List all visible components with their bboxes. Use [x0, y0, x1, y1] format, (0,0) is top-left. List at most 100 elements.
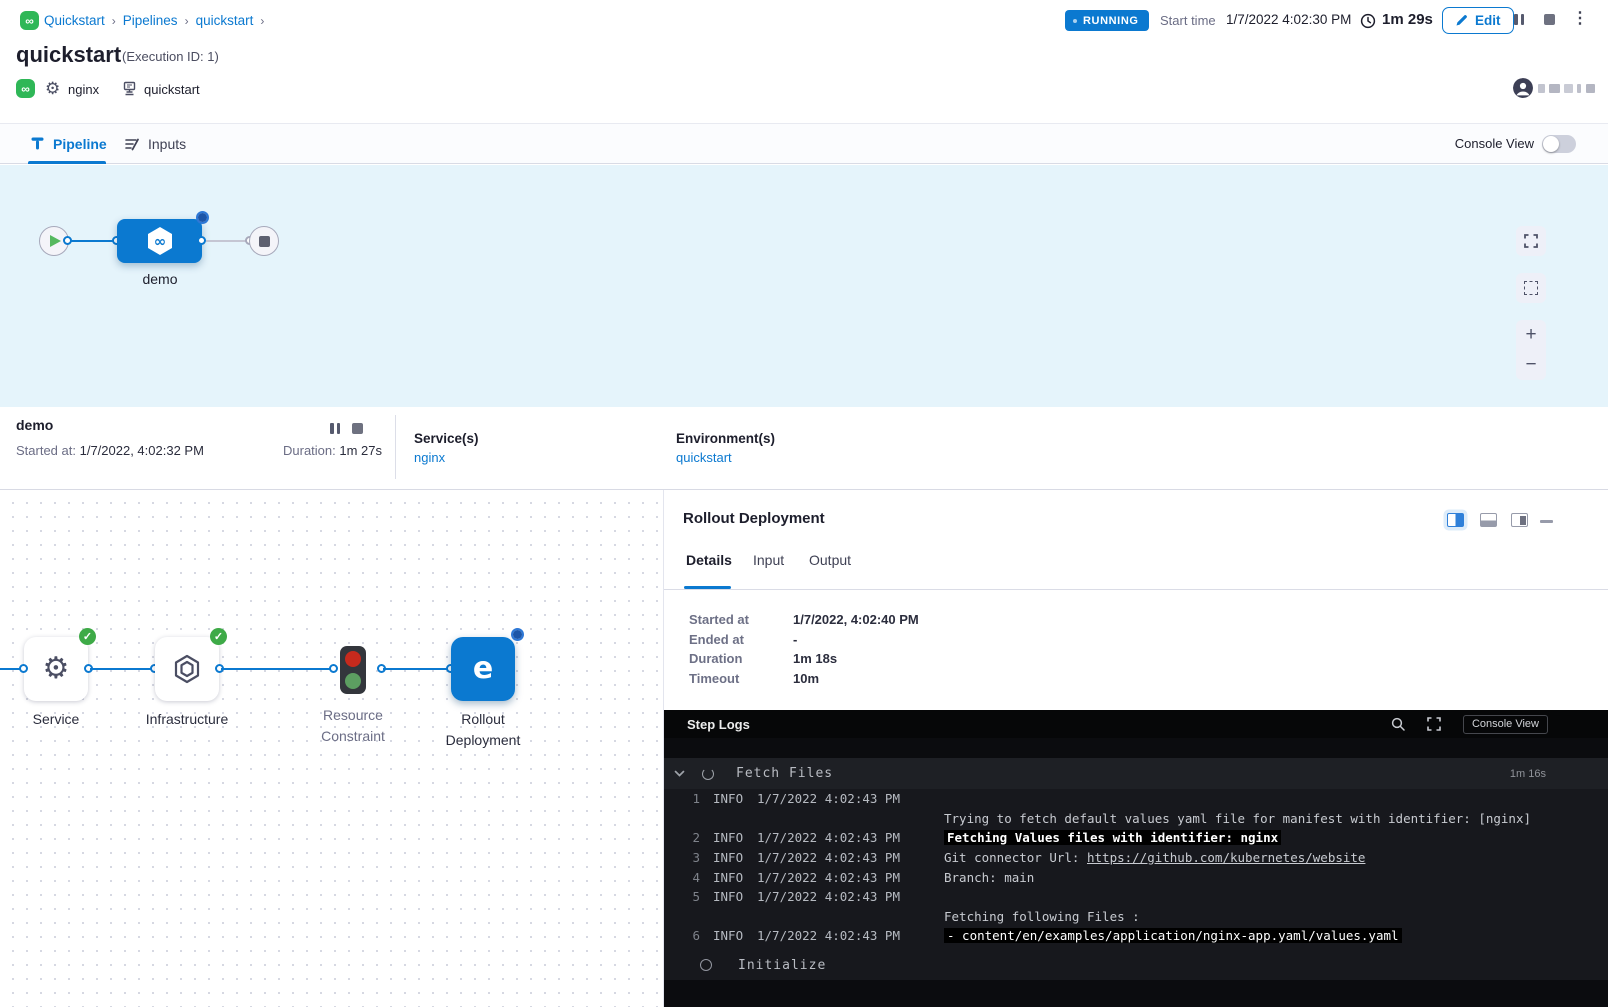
canvas-fullscreen-button[interactable]: [1516, 226, 1546, 256]
stage-name: demo: [16, 417, 53, 433]
marquee-icon: [1524, 281, 1538, 295]
expand-logs-icon[interactable]: [1427, 717, 1441, 731]
console-view-button[interactable]: Console View: [1463, 715, 1548, 734]
chevron-down-icon[interactable]: [674, 770, 685, 778]
view-tabbar: Pipeline Inputs Console View: [0, 123, 1608, 164]
clock-icon: [1360, 13, 1376, 29]
running-spinner-icon: [196, 211, 209, 224]
redacted-username-block: [1538, 84, 1545, 93]
step-label-rollout-line1: Rollout: [418, 709, 548, 729]
breadcrumb-pipelines[interactable]: Pipelines: [123, 13, 178, 28]
tab-details[interactable]: Details: [686, 552, 732, 568]
console-view-toggle[interactable]: [1542, 135, 1576, 153]
divider: [395, 415, 396, 479]
log-body[interactable]: 1INFO1/7/2022 4:02:43 PM Trying to fetch…: [664, 789, 1608, 946]
pipeline-canvas[interactable]: ∞ demo + −: [0, 165, 1608, 407]
step-logs-header: Step Logs Console View: [664, 710, 1608, 738]
console-bottom-strip: [664, 980, 1608, 1007]
stage-info-bar: demo Started at: 1/7/2022, 4:02:32 PM Du…: [0, 407, 1608, 490]
section-name: Fetch Files: [736, 766, 833, 781]
step-details-panel: Rollout Deployment Details Input Output …: [664, 490, 1608, 710]
service-tag[interactable]: nginx: [68, 82, 99, 97]
edge-constraint-to-rollout: [383, 668, 451, 670]
user-avatar[interactable]: [1513, 78, 1533, 98]
breadcrumb: Quickstart › Pipelines › quickstart ›: [44, 13, 271, 28]
svg-text:∞: ∞: [153, 233, 166, 251]
step-label-resource-line2: Constraint: [288, 726, 418, 746]
start-time-value: 1/7/2022 4:02:30 PM: [1226, 12, 1351, 27]
step-node-resource-constraint[interactable]: [340, 646, 366, 694]
pause-execution-icon[interactable]: [1514, 14, 1524, 25]
active-tab-underline: [684, 586, 731, 589]
stage-stop-icon[interactable]: [352, 423, 363, 434]
edge-stage-to-end: [206, 240, 250, 242]
log-section-initialize[interactable]: Initialize: [664, 950, 1608, 980]
tab-input[interactable]: Input: [753, 552, 784, 568]
redacted-username-block: [1586, 84, 1595, 93]
step-logs-title: Step Logs: [687, 717, 750, 732]
log-line: 2INFO1/7/2022 4:02:43 PMFetching Values …: [664, 828, 1608, 848]
inputs-icon: [124, 136, 140, 152]
edge-service-to-infra: [90, 668, 155, 670]
section-duration: 1m 16s: [1510, 768, 1546, 780]
canvas-marquee-select-button[interactable]: [1516, 273, 1546, 303]
edge-connector-dot: [19, 664, 28, 673]
environment-icon: [122, 81, 137, 96]
section-name: Initialize: [738, 958, 826, 973]
step-node-infrastructure[interactable]: ✓: [155, 637, 219, 701]
redacted-username-block: [1564, 84, 1573, 93]
log-line: 5INFO1/7/2022 4:02:43 PM: [664, 887, 1608, 907]
pipeline-icon: [30, 136, 45, 151]
environment-tag[interactable]: quickstart: [144, 82, 200, 97]
pending-circle-icon: [700, 959, 712, 971]
minimize-panel-icon[interactable]: [1540, 520, 1553, 523]
more-options-icon[interactable]: ⋮: [1572, 8, 1588, 30]
step-node-service[interactable]: ⚙ ✓: [24, 637, 88, 701]
environment-link[interactable]: quickstart: [676, 450, 732, 465]
layout-split-vertical-icon[interactable]: [1447, 513, 1464, 527]
zoom-out-button[interactable]: −: [1516, 350, 1546, 380]
log-line: Trying to fetch default values yaml file…: [664, 809, 1608, 829]
log-line: 6INFO1/7/2022 4:02:43 PM- content/en/exa…: [664, 926, 1608, 946]
breadcrumb-separator: ›: [178, 14, 196, 28]
elapsed-time: 1m 29s: [1382, 11, 1433, 28]
edge-start-to-stage: [68, 240, 118, 242]
service-link[interactable]: nginx: [414, 450, 445, 465]
tab-pipeline[interactable]: Pipeline: [30, 124, 107, 163]
stage-duration: Duration: 1m 27s: [283, 443, 382, 458]
traffic-light-red-icon: [345, 651, 361, 667]
detail-value: 10m: [793, 671, 819, 686]
step-label-resource-line1: Resource: [288, 705, 418, 725]
success-check-icon: ✓: [79, 628, 96, 645]
layout-right-panel-icon[interactable]: [1511, 513, 1528, 527]
execution-id: (Execution ID: 1): [122, 49, 219, 64]
git-connector-link[interactable]: https://github.com/kubernetes/website: [1087, 850, 1365, 865]
stage-pause-icon[interactable]: [330, 423, 340, 434]
search-icon[interactable]: [1391, 717, 1405, 731]
step-node-rollout-deployment[interactable]: e: [451, 637, 515, 701]
infrastructure-hexagon-icon: [171, 653, 203, 685]
detail-value: 1/7/2022, 4:02:40 PM: [793, 612, 919, 627]
step-label-service: Service: [0, 709, 121, 729]
zoom-in-button[interactable]: +: [1516, 320, 1546, 350]
edge-connector-dot: [329, 664, 338, 673]
execution-graph-canvas[interactable]: ⚙ ✓ ✓ e Service Infrastructure Resour: [0, 490, 664, 1007]
page-title: quickstart: [16, 42, 121, 68]
breadcrumb-pipeline-name[interactable]: quickstart: [196, 13, 254, 28]
stop-execution-icon[interactable]: [1544, 14, 1555, 25]
tab-output[interactable]: Output: [809, 552, 851, 568]
console-view-label: Console View: [1455, 136, 1534, 151]
edit-button[interactable]: Edit: [1442, 7, 1514, 34]
stage-node-demo[interactable]: ∞: [117, 219, 202, 263]
pipeline-end-node[interactable]: [249, 226, 279, 256]
harness-module-icon: ∞: [20, 11, 39, 30]
step-panel-title: Rollout Deployment: [683, 510, 825, 527]
tab-inputs[interactable]: Inputs: [124, 124, 186, 163]
layout-split-horizontal-icon[interactable]: [1480, 513, 1497, 527]
breadcrumb-project[interactable]: Quickstart: [44, 13, 105, 28]
service-gear-icon: ⚙: [43, 654, 70, 684]
log-section-fetch-files[interactable]: Fetch Files 1m 16s: [664, 758, 1608, 789]
traffic-light-green-icon: [345, 673, 361, 689]
detail-value: -: [793, 632, 797, 647]
log-line: 4INFO1/7/2022 4:02:43 PMBranch: main: [664, 867, 1608, 887]
